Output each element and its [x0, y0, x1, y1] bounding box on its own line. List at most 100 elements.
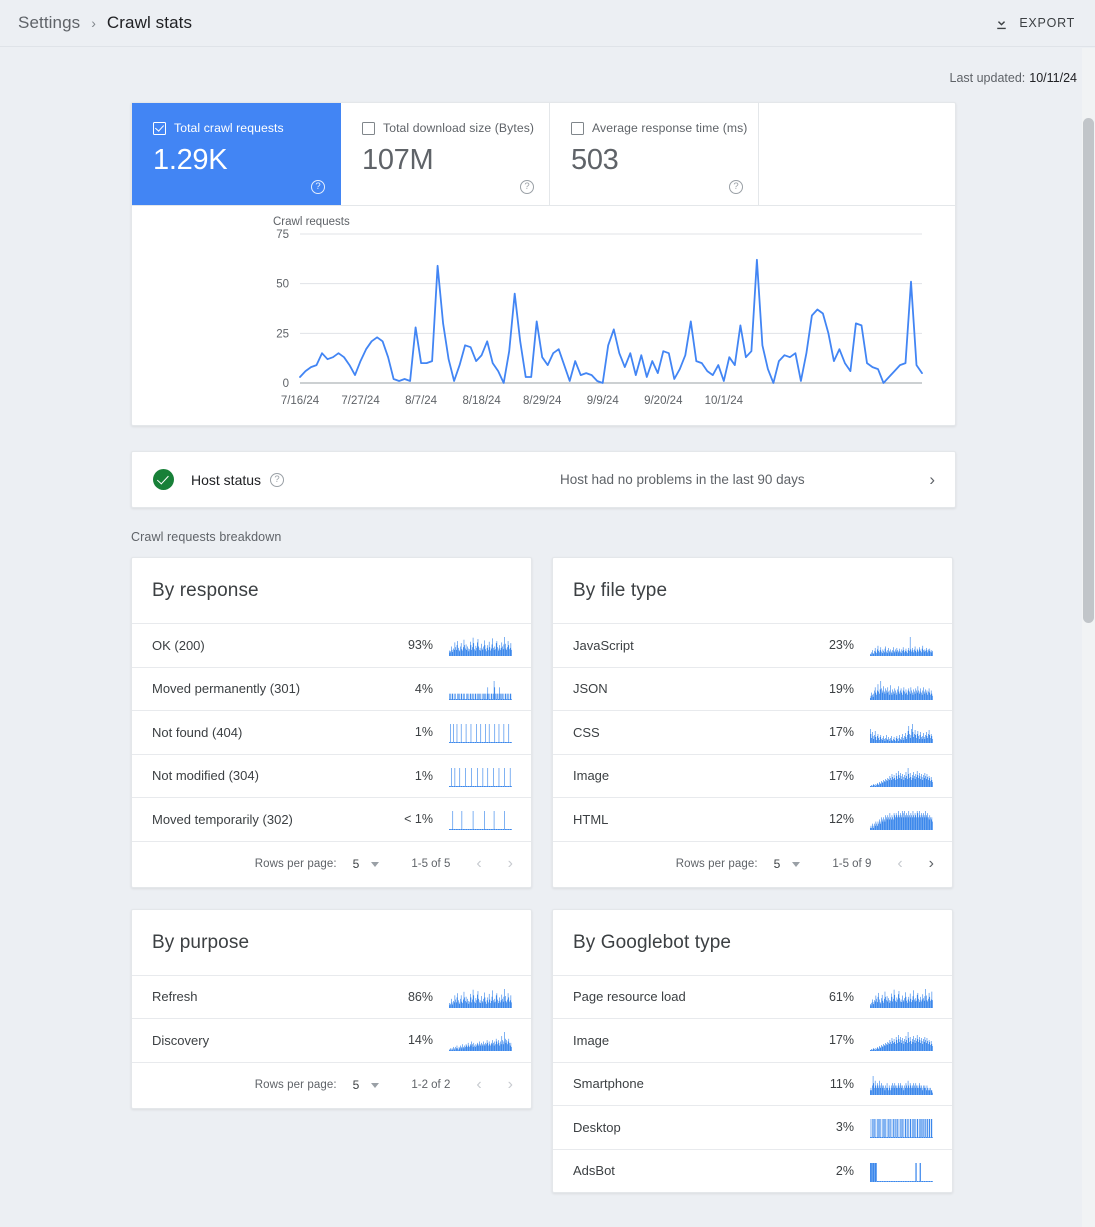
row-label: Page resource load [573, 989, 686, 1005]
breakdown-card-2: By purpose Refresh 86% Discovery 14% Rows per… [131, 908, 532, 1109]
crawl-requests-chart[interactable]: Crawl requests 0 25 50 75 7/16/24 7/27/24 8/7/… [132, 206, 955, 425]
check-circle-icon [153, 469, 174, 490]
prev-page-button[interactable]: ‹ [476, 855, 481, 873]
chart-axis-title: Crawl requests [273, 216, 350, 228]
chevron-down-icon[interactable] [371, 1082, 380, 1088]
table-row[interactable]: Desktop 3% [553, 1105, 952, 1149]
table-row[interactable]: Smartphone 11% [553, 1061, 952, 1106]
table-row[interactable]: AdsBot 2% [553, 1148, 952, 1193]
help-icon[interactable]: ? [270, 472, 285, 487]
rows-per-page-label: Rows per page: [254, 858, 337, 870]
table-row[interactable]: Moved permanently (301) 4% [132, 666, 531, 711]
table-row[interactable]: Image 17% [553, 753, 952, 798]
content-area: Total crawl requests 1.29K? Total download… [0, 102, 1095, 1193]
svg-text:7/27/24: 7/27/24 [341, 395, 380, 407]
row-label: Image [573, 1032, 610, 1048]
svg-text:8/29/24: 8/29/24 [523, 395, 562, 407]
rows-per-page-label: Rows per page: [675, 858, 758, 870]
scrollbar-thumb[interactable] [1083, 118, 1094, 623]
table-row[interactable]: Not found (404) 1% [132, 710, 531, 754]
table-row[interactable]: CSS 17% [553, 710, 952, 754]
rows-per-page-value[interactable]: 5 [774, 857, 781, 871]
metric-title: Average response time (ms) [592, 121, 748, 135]
metric-card-2[interactable]: Average response time (ms) 503? [550, 103, 759, 205]
row-label: JavaScript [573, 637, 634, 653]
next-page-button[interactable]: › [508, 1076, 513, 1094]
svg-text:8/18/24: 8/18/24 [462, 395, 501, 407]
row-percent: 23% [828, 638, 854, 653]
row-percent: 14% [407, 1033, 433, 1048]
row-percent: 86% [407, 989, 433, 1004]
host-status-row[interactable]: Host status ? Host had no problems in th… [131, 451, 956, 508]
row-percent: 1% [414, 725, 433, 740]
metric-head: Average response time (ms) [571, 121, 747, 135]
prev-page-button[interactable]: ‹ [476, 1076, 481, 1094]
row-label: CSS [573, 724, 600, 740]
row-percent: 11% [829, 1076, 854, 1091]
help-icon[interactable]: ? [729, 180, 743, 194]
next-page-button[interactable]: › [508, 855, 513, 873]
last-updated-label: Last updated: [949, 71, 1026, 85]
table-row[interactable]: Discovery 14% [132, 1018, 531, 1062]
row-label: Image [573, 768, 610, 784]
chevron-right-icon[interactable]: › [929, 470, 935, 490]
row-label: Not modified (304) [152, 768, 259, 784]
table-row[interactable]: Page resource load 61% [553, 974, 952, 1019]
table-row[interactable]: Not modified (304) 1% [132, 753, 531, 798]
metric-value: 503 [571, 144, 619, 176]
pager: Rows per page: 5 1-5 of 9 ‹ › [553, 840, 952, 887]
sparkline-chart [870, 680, 933, 700]
help-icon[interactable]: ? [311, 180, 325, 194]
svg-text:9/9/24: 9/9/24 [587, 395, 620, 407]
table-row[interactable]: JSON 19% [553, 666, 952, 711]
rows-per-page-value[interactable]: 5 [353, 1078, 360, 1092]
export-button[interactable]: EXPORT [989, 9, 1079, 38]
row-percent: < 1% [404, 812, 433, 827]
metric-title: Total download size (Bytes) [383, 121, 535, 135]
chevron-down-icon[interactable] [371, 861, 380, 867]
svg-text:25: 25 [276, 328, 289, 340]
table-row[interactable]: OK (200) 93% [132, 623, 531, 667]
metric-head: Total crawl requests [153, 121, 324, 135]
sparkline-chart [870, 637, 933, 657]
page-title: Crawl stats [106, 13, 193, 32]
table-row[interactable]: Moved temporarily (302) < 1% [132, 797, 531, 841]
table-row[interactable]: Image 17% [553, 1018, 952, 1062]
download-icon [997, 16, 1007, 29]
breadcrumb-settings[interactable]: Settings [18, 13, 80, 33]
table-row[interactable]: JavaScript 23% [553, 623, 952, 667]
checkbox-icon[interactable] [571, 121, 584, 135]
table-row[interactable]: HTML 12% [553, 797, 952, 841]
last-updated: Last updated: 10/11/24 [0, 47, 1095, 85]
row-percent: 3% [835, 1120, 854, 1135]
row-label: OK (200) [152, 637, 205, 653]
page-scrollbar[interactable] [1082, 48, 1095, 1227]
help-icon[interactable]: ? [520, 180, 534, 194]
table-row[interactable]: Refresh 86% [132, 974, 531, 1019]
checkbox-icon[interactable] [153, 121, 166, 135]
metric-card-0[interactable]: Total crawl requests 1.29K? [132, 103, 341, 205]
last-updated-date: 10/11/24 [1029, 71, 1077, 85]
row-percent: 17% [828, 725, 854, 740]
sparkline-chart [870, 1119, 933, 1139]
top-bar: Settings › Crawl stats EXPORT [0, 0, 1095, 47]
row-percent: 12% [828, 812, 854, 827]
chevron-down-icon[interactable] [792, 861, 801, 867]
next-page-button[interactable]: › [929, 855, 934, 873]
rows-per-page-value[interactable]: 5 [353, 857, 360, 871]
row-percent: 61% [828, 989, 854, 1004]
pager: Rows per page: 5 1-2 of 2 ‹ › [132, 1061, 531, 1108]
host-status-message: Host had no problems in the last 90 days [560, 472, 805, 487]
row-percent: 17% [828, 768, 854, 783]
sparkline-chart [449, 680, 512, 700]
checkbox-icon[interactable] [362, 121, 375, 135]
sparkline-chart [449, 811, 512, 831]
sparkline-chart [870, 1032, 933, 1052]
svg-text:0: 0 [283, 378, 289, 390]
host-status-label: Host status [191, 471, 262, 488]
metric-title: Total crawl requests [174, 121, 284, 135]
sparkline-chart [449, 988, 512, 1008]
breakdown-cards: By response OK (200) 93% Moved permanently … [131, 557, 1095, 1193]
prev-page-button[interactable]: ‹ [897, 855, 902, 873]
metric-card-1[interactable]: Total download size (Bytes) 107M? [341, 103, 550, 205]
